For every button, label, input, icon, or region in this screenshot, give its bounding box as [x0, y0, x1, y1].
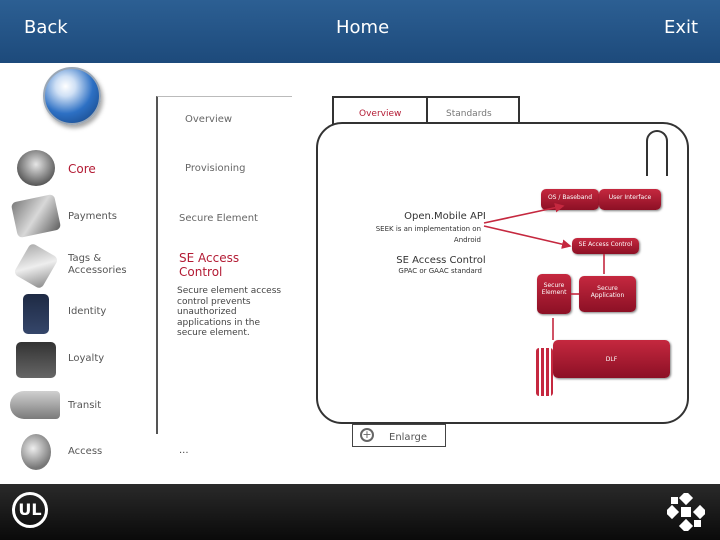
loyalty-thumbnail-icon[interactable]: [16, 342, 56, 378]
tab-overview[interactable]: Overview: [332, 96, 428, 124]
sidebar-item-tags-accessories[interactable]: Tags & Accessories: [68, 253, 127, 277]
submenu-more[interactable]: ...: [179, 445, 189, 456]
sidebar-item-payments[interactable]: Payments: [68, 211, 117, 222]
sidebar-item-loyalty[interactable]: Loyalty: [68, 353, 104, 364]
se-access-control-label: SE Access Control: [396, 255, 486, 266]
phone-diagram-frame: [316, 122, 689, 424]
submenu-overview[interactable]: Overview: [185, 114, 232, 125]
footer-bar: [0, 484, 720, 540]
identity-thumbnail-icon[interactable]: [23, 294, 49, 334]
payments-thumbnail-icon[interactable]: [10, 193, 62, 239]
os-baseband-box: OS / Baseband: [541, 189, 599, 210]
sidebar-item-transit[interactable]: Transit: [68, 400, 101, 411]
brand-logo-icon: [667, 493, 705, 531]
dlf-box: DLF: [553, 340, 670, 378]
secure-element-box: Secure Element: [537, 274, 571, 314]
globe-icon[interactable]: [43, 67, 101, 125]
user-interface-box: User Interface: [599, 189, 661, 210]
enlarge-label: Enlarge: [389, 432, 427, 443]
back-button[interactable]: Back: [24, 17, 68, 38]
sidebar-item-core[interactable]: Core: [68, 162, 96, 176]
se-access-control-box: SE Access Control: [572, 238, 639, 254]
exit-button[interactable]: Exit: [664, 17, 698, 38]
submenu-secure-element[interactable]: Secure Element: [179, 213, 258, 224]
access-thumbnail-icon[interactable]: [21, 434, 51, 470]
zoom-in-icon: +: [360, 428, 374, 442]
sidebar-item-identity[interactable]: Identity: [68, 306, 106, 317]
enlarge-button[interactable]: + Enlarge: [352, 424, 446, 447]
gpac-note: GPAC or GAAC standard: [398, 267, 482, 275]
core-thumbnail-icon[interactable]: [17, 150, 55, 186]
top-bar: Back Home Exit: [0, 0, 720, 63]
submenu-se-access-control[interactable]: SE Access Control: [179, 251, 239, 279]
seek-note: SEEK is an implementation on Android: [375, 225, 481, 244]
ul-logo: UL: [12, 492, 48, 528]
tags-thumbnail-icon[interactable]: [13, 242, 59, 290]
secure-application-box: Secure Application: [579, 276, 636, 312]
open-mobile-api-label: Open.Mobile API: [404, 211, 486, 222]
home-button[interactable]: Home: [336, 17, 389, 38]
submenu-provisioning[interactable]: Provisioning: [185, 163, 245, 174]
antenna-coil: [536, 348, 553, 396]
phone-handle: [646, 130, 668, 176]
sidebar-item-access[interactable]: Access: [68, 446, 102, 457]
submenu-description: Secure element access control prevents u…: [177, 286, 282, 338]
tab-standards[interactable]: Standards: [428, 96, 520, 124]
transit-thumbnail-icon[interactable]: [10, 391, 60, 419]
